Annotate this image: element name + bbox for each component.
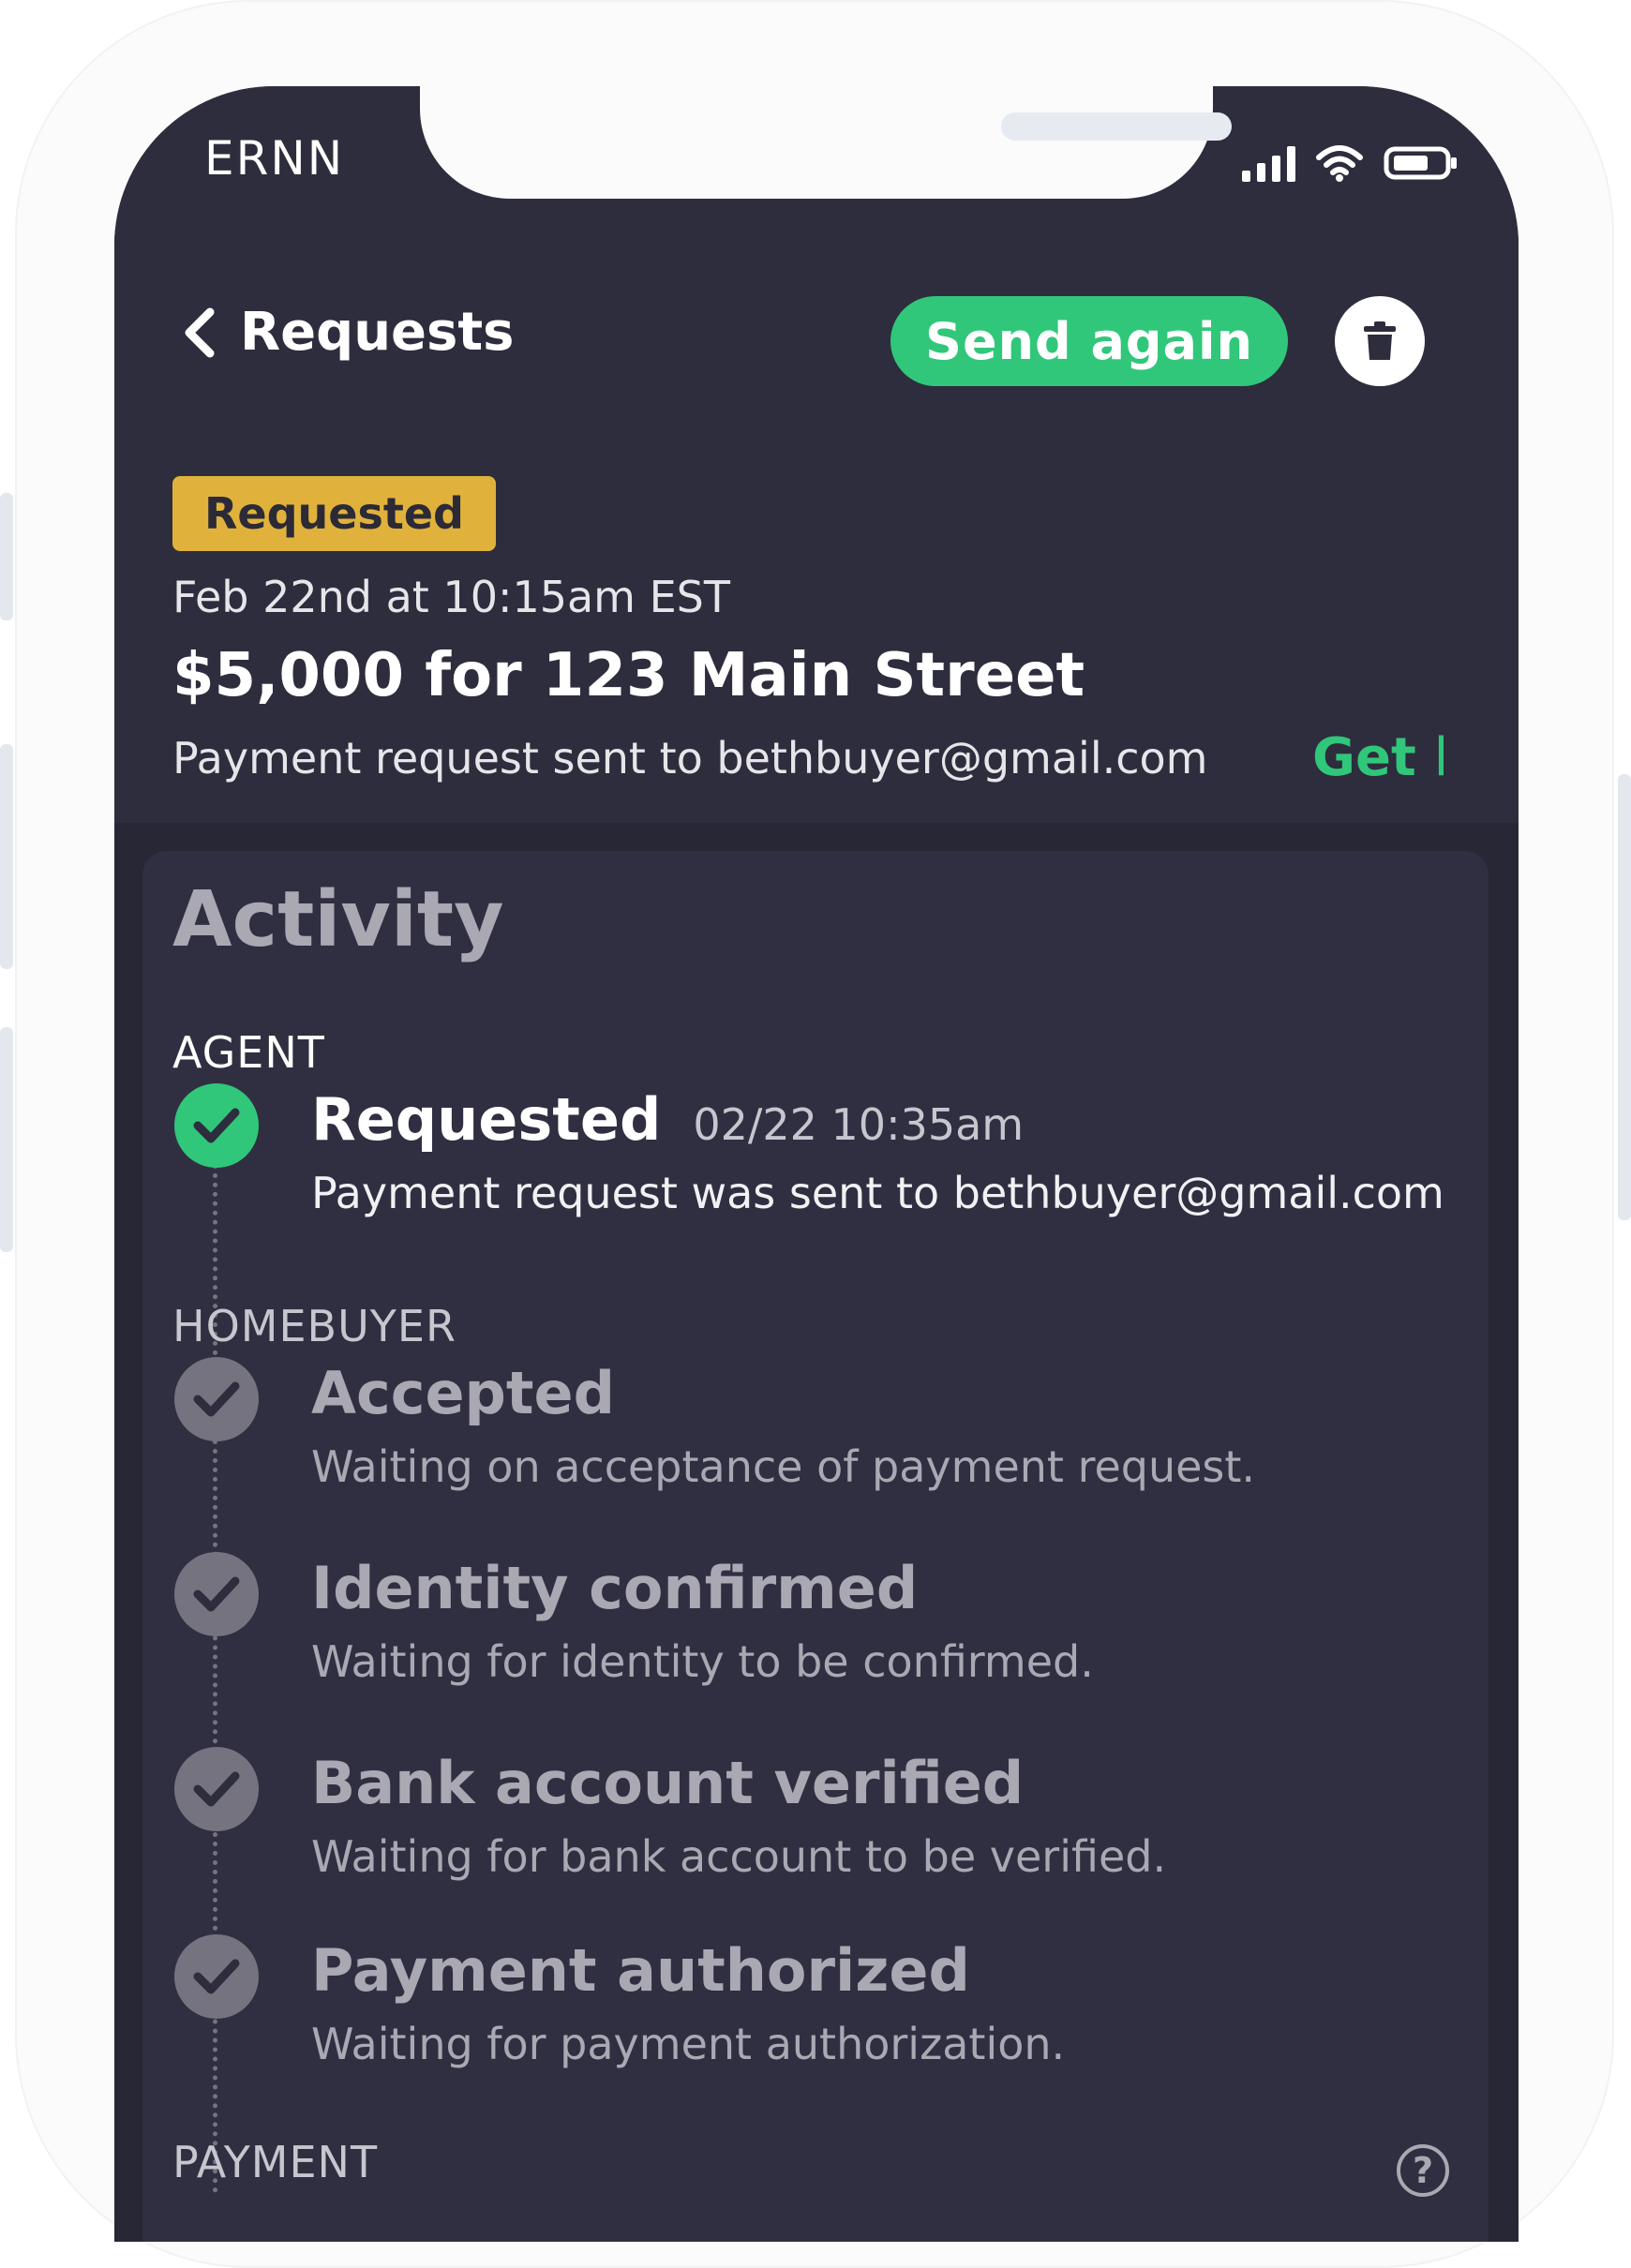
step-description: Payment request was sent to bethbuyer@gm…	[311, 1168, 1444, 1218]
timeline-step-requested: Requested 02/22 10:35am Payment request w…	[172, 1083, 1485, 1218]
phone-notch	[420, 86, 1232, 199]
phone-power-button	[1618, 774, 1631, 1220]
step-title: Bank account verified	[311, 1749, 1025, 1817]
step-description: Waiting on acceptance of payment request…	[311, 1441, 1256, 1492]
check-icon	[174, 1357, 259, 1441]
status-badge: Requested	[172, 476, 496, 551]
step-description: Waiting for identity to be confirmed.	[311, 1636, 1094, 1687]
request-date: Feb 22nd at 10:15am EST	[172, 572, 730, 622]
step-description: Waiting for bank account to be verified.	[311, 1831, 1167, 1882]
check-icon	[174, 1747, 259, 1831]
step-title: Identity confirmed	[311, 1554, 919, 1622]
check-icon	[174, 1552, 259, 1636]
speaker-grille	[1001, 112, 1232, 141]
app-screen: ERNN Requests Send again Requested Feb 2…	[114, 86, 1519, 2242]
chevron-left-icon	[185, 307, 215, 357]
section-label-agent: AGENT	[172, 1027, 325, 1078]
step-time: 02/22 10:35am	[693, 1099, 1025, 1150]
signal-icon	[1242, 146, 1295, 182]
timeline-step-accepted: Accepted Waiting on acceptance of paymen…	[172, 1357, 1485, 1492]
phone-volume-down	[0, 1027, 13, 1252]
check-icon	[174, 1934, 259, 2019]
help-icon[interactable]: ?	[1397, 2144, 1449, 2197]
check-icon	[174, 1083, 259, 1168]
back-label: Requests	[240, 302, 515, 363]
timeline-step-identity: Identity confirmed Waiting for identity …	[172, 1552, 1485, 1687]
timeline-step-payment-authorized: Payment authorized Waiting for payment a…	[172, 1934, 1485, 2069]
section-label-homebuyer: HOMEBUYER	[172, 1301, 456, 1351]
carrier-name: ERNN	[204, 131, 345, 186]
trash-icon	[1364, 321, 1396, 360]
phone-volume-up	[0, 744, 13, 969]
step-description: Waiting for payment authorization.	[311, 2019, 1066, 2069]
request-recipient: Payment request sent to bethbuyer@gmail.…	[172, 733, 1208, 783]
status-icons	[1242, 141, 1459, 182]
delete-button[interactable]	[1335, 296, 1425, 386]
send-again-button[interactable]: Send again	[890, 296, 1288, 386]
back-button[interactable]: Requests	[182, 302, 514, 363]
phone-silent-switch	[0, 493, 13, 620]
wifi-icon	[1316, 145, 1363, 182]
timeline-step-bank-account: Bank account verified Waiting for bank a…	[172, 1747, 1485, 1882]
step-title: Accepted	[311, 1359, 615, 1427]
step-title: Requested 02/22 10:35am	[311, 1085, 1025, 1154]
battery-icon	[1384, 146, 1457, 180]
step-title: Payment authorized	[311, 1936, 970, 2005]
get-help-link[interactable]: Get help	[1312, 727, 1444, 788]
request-header: ERNN Requests Send again Requested Feb 2…	[114, 86, 1519, 823]
request-title: $5,000 for 123 Main Street	[172, 641, 1085, 710]
section-label-payment: PAYMENT	[172, 2137, 379, 2187]
activity-title: Activity	[172, 875, 504, 964]
